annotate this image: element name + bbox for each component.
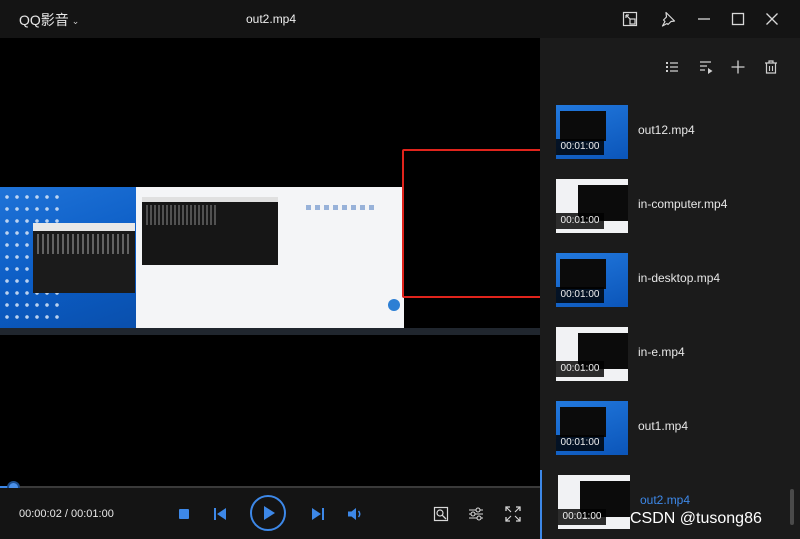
minimize-icon — [698, 18, 710, 20]
window-title: out2.mp4 — [246, 12, 297, 26]
next-icon — [312, 508, 324, 520]
playlist-item[interactable]: 00:01:00 out2.mp4 — [540, 470, 792, 539]
cmd-window — [142, 197, 278, 265]
playlist-filename: out2.mp4 — [640, 493, 691, 507]
playlist-duration: 00:01:00 — [556, 435, 604, 451]
playlist-filename: in-desktop.mp4 — [638, 271, 721, 285]
terminal-window — [33, 223, 135, 293]
previous-button[interactable] — [211, 506, 229, 522]
add-file-button[interactable] — [729, 58, 747, 76]
watermark: CSDN @tusong86 — [630, 510, 762, 527]
list-view-icon — [666, 62, 678, 72]
minimize-button[interactable] — [693, 8, 715, 30]
close-button[interactable] — [761, 8, 783, 30]
fullscreen-button[interactable] — [504, 505, 522, 523]
play-button[interactable] — [249, 494, 287, 532]
play-mode-button[interactable] — [697, 58, 715, 76]
pin-icon — [661, 11, 676, 27]
playlist-scrollbar[interactable] — [790, 489, 794, 525]
maximize-button[interactable] — [727, 8, 749, 30]
video-desktop-region — [0, 187, 136, 335]
red-highlight-box — [402, 149, 552, 298]
screenshot-button[interactable] — [432, 505, 450, 523]
title-bar: QQ影音 ⌄ out2.mp4 — [0, 0, 800, 38]
sliders-icon — [469, 507, 483, 521]
time-display: 00:00:02 / 00:01:00 — [19, 508, 114, 520]
playlist-duration: 00:01:00 — [556, 287, 604, 303]
playlist-toolbar — [540, 38, 800, 96]
next-button[interactable] — [309, 506, 327, 522]
mini-mode-button[interactable] — [619, 8, 641, 30]
plus-icon — [731, 60, 745, 74]
playlist-panel: 00:01:00 out12.mp4 00:01:00 in-computer.mp4… — [540, 38, 800, 539]
stop-icon — [179, 509, 189, 519]
control-bar: 00:00:02 / 00:01:00 — [0, 488, 540, 539]
delete-button[interactable] — [762, 58, 780, 76]
play-icon — [250, 495, 286, 531]
playlist-duration: 00:01:00 — [556, 361, 604, 377]
stop-button[interactable] — [175, 506, 193, 522]
playlist-item[interactable]: 00:01:00 in-computer.mp4 — [540, 174, 792, 248]
list-view-button[interactable] — [663, 58, 681, 76]
playlist-duration: 00:01:00 — [556, 213, 604, 229]
video-taskbar — [0, 328, 540, 335]
fullscreen-icon — [505, 506, 521, 522]
logo-mark — [388, 299, 400, 311]
playlist-filename: in-computer.mp4 — [638, 197, 728, 211]
playlist-duration: 00:01:00 — [556, 139, 604, 155]
playlist-duration: 00:01:00 — [558, 509, 606, 525]
playlist-filename: in-e.mp4 — [638, 345, 685, 359]
app-name: QQ影音 — [19, 12, 69, 28]
playlist-filename: out1.mp4 — [638, 419, 689, 433]
browser-toolbar — [306, 205, 376, 210]
pin-button[interactable] — [657, 8, 679, 30]
trash-icon — [765, 60, 777, 74]
volume-icon — [348, 508, 361, 520]
playlist-item[interactable]: 00:01:00 in-desktop.mp4 — [540, 248, 792, 322]
settings-button[interactable] — [467, 505, 485, 523]
playlist-filename: out12.mp4 — [638, 123, 695, 137]
previous-icon — [214, 508, 226, 520]
playlist-item[interactable]: 00:01:00 out12.mp4 — [540, 100, 792, 174]
playlist-play-icon — [700, 61, 713, 74]
playlist-item[interactable]: 00:01:00 in-e.mp4 — [540, 322, 792, 396]
app-menu[interactable]: QQ影音 ⌄ — [19, 10, 79, 30]
mini-mode-icon — [622, 11, 638, 27]
playlist-item[interactable]: 00:01:00 out1.mp4 — [540, 396, 792, 470]
chevron-down-icon: ⌄ — [71, 15, 80, 26]
screenshot-icon — [433, 506, 449, 522]
volume-button[interactable] — [346, 506, 366, 522]
close-icon — [766, 13, 778, 25]
maximize-icon — [731, 12, 745, 26]
video-white-region — [136, 187, 404, 328]
